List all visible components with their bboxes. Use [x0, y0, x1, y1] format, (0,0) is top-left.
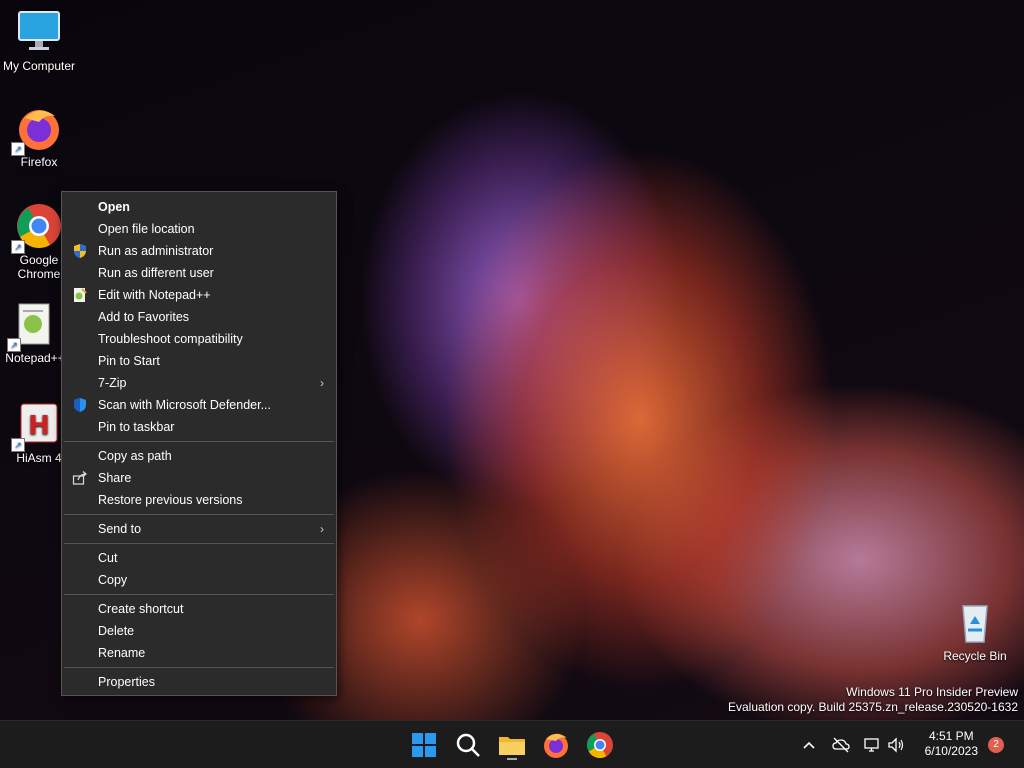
notepadpp-icon: ↗: [7, 300, 59, 352]
notification-badge[interactable]: 2: [988, 737, 1004, 753]
menu-item-7zip[interactable]: 7-Zip ›: [62, 372, 336, 394]
firefox-icon[interactable]: [540, 729, 572, 761]
system-clock[interactable]: 4:51 PM 6/10/2023: [925, 729, 978, 759]
taskbar: 4:51 PM 6/10/2023 2: [0, 720, 1024, 768]
shortcut-arrow-icon: ↗: [7, 338, 21, 352]
desktop-icon-my-computer[interactable]: My Computer: [0, 8, 78, 73]
menu-item-delete[interactable]: Delete: [62, 620, 336, 642]
menu-item-send-to[interactable]: Send to ›: [62, 518, 336, 540]
shortcut-arrow-icon: ↗: [11, 240, 25, 254]
menu-item-pin-to-start[interactable]: Pin to Start: [62, 350, 336, 372]
desktop-icon-label: My Computer: [2, 59, 76, 73]
menu-separator: [64, 514, 334, 515]
menu-separator: [64, 594, 334, 595]
watermark-line-2: Evaluation copy. Build 25375.zn_release.…: [728, 700, 1018, 714]
menu-item-properties[interactable]: Properties: [62, 671, 336, 693]
menu-item-cut[interactable]: Cut: [62, 547, 336, 569]
computer-icon: [15, 8, 63, 56]
menu-separator: [64, 441, 334, 442]
context-menu: Open Open file location Run as administr…: [61, 191, 337, 696]
menu-item-run-as-administrator[interactable]: Run as administrator: [62, 240, 336, 262]
menu-item-run-as-different-user[interactable]: Run as different user: [62, 262, 336, 284]
network-icon[interactable]: [862, 735, 882, 755]
firefox-icon: ↗: [11, 104, 63, 156]
menu-item-share[interactable]: Share: [62, 467, 336, 489]
notepadpp-icon: [72, 287, 88, 303]
volume-icon[interactable]: [886, 735, 906, 755]
menu-item-add-to-favorites[interactable]: Add to Favorites: [62, 306, 336, 328]
share-icon: [72, 470, 88, 486]
menu-item-pin-to-taskbar[interactable]: Pin to taskbar: [62, 416, 336, 438]
recycle-bin-icon: [951, 598, 999, 646]
menu-item-rename[interactable]: Rename: [62, 642, 336, 664]
chevron-right-icon: ›: [320, 376, 324, 390]
search-icon[interactable]: [452, 729, 484, 761]
menu-item-open-file-location[interactable]: Open file location: [62, 218, 336, 240]
desktop-icon-recycle-bin[interactable]: Recycle Bin: [936, 598, 1014, 663]
shortcut-arrow-icon: ↗: [11, 142, 25, 156]
menu-item-edit-with-notepadpp[interactable]: Edit with Notepad++: [62, 284, 336, 306]
menu-item-copy[interactable]: Copy: [62, 569, 336, 591]
defender-shield-icon: [72, 397, 88, 413]
menu-item-scan-with-defender[interactable]: Scan with Microsoft Defender...: [62, 394, 336, 416]
menu-separator: [64, 543, 334, 544]
file-explorer-icon[interactable]: [496, 729, 528, 761]
menu-item-troubleshoot-compatibility[interactable]: Troubleshoot compatibility: [62, 328, 336, 350]
uac-shield-icon: [72, 243, 88, 259]
menu-item-open[interactable]: Open: [62, 196, 336, 218]
menu-item-restore-previous-versions[interactable]: Restore previous versions: [62, 489, 336, 511]
shortcut-arrow-icon: ↗: [11, 438, 25, 452]
menu-item-create-shortcut[interactable]: Create shortcut: [62, 598, 336, 620]
watermark-line-1: Windows 11 Pro Insider Preview: [846, 685, 1018, 699]
windows-evaluation-watermark: Windows 11 Pro Insider Preview Evaluatio…: [728, 685, 1018, 715]
desktop-icon-label: Firefox: [20, 155, 58, 169]
chrome-icon[interactable]: [584, 729, 616, 761]
desktop-icon-label: Recycle Bin: [943, 649, 1007, 663]
hiasm-icon: H ↗: [11, 400, 63, 452]
menu-item-copy-as-path[interactable]: Copy as path: [62, 445, 336, 467]
desktop-icon-firefox[interactable]: ↗ Firefox: [0, 104, 78, 169]
svg-text:H: H: [28, 411, 50, 441]
menu-separator: [64, 667, 334, 668]
clock-date: 6/10/2023: [924, 744, 978, 758]
chevron-up-icon[interactable]: [799, 735, 819, 755]
chrome-icon: ↗: [11, 202, 63, 254]
cloud-off-icon[interactable]: [831, 735, 851, 755]
start-icon[interactable]: [408, 729, 440, 761]
chevron-right-icon: ›: [320, 522, 324, 536]
clock-time: 4:51 PM: [928, 729, 974, 743]
